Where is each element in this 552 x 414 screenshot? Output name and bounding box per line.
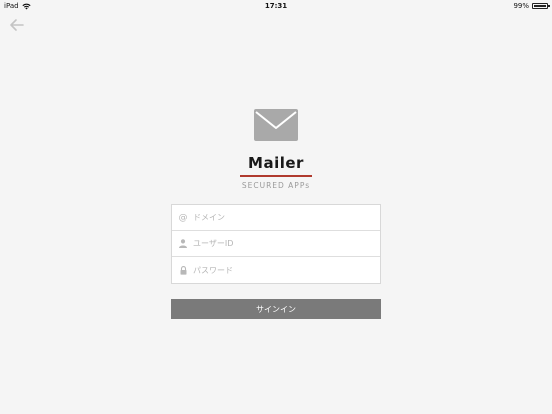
app-subtitle: SECURED APPs <box>241 181 311 190</box>
lock-icon <box>178 265 188 275</box>
title-underline <box>240 175 312 177</box>
status-bar: iPad 17:31 99% <box>0 0 552 12</box>
battery-fill <box>534 5 546 7</box>
status-right: 99% <box>513 2 550 10</box>
domain-field[interactable]: @ <box>172 205 380 231</box>
domain-input[interactable] <box>193 213 373 222</box>
at-icon: @ <box>178 212 188 223</box>
back-button[interactable] <box>8 16 26 34</box>
login-form: @ <box>171 204 381 284</box>
login-screen: iPad 17:31 99% Mailer SECURED APPs @ ドメイ… <box>0 0 552 414</box>
battery-percent: 99% <box>513 2 529 10</box>
user-icon <box>178 239 188 248</box>
password-input[interactable] <box>193 265 373 275</box>
password-field[interactable] <box>172 257 380 283</box>
battery-tip <box>548 5 550 7</box>
user-id-field[interactable] <box>172 231 380 257</box>
status-time: 17:31 <box>264 2 288 10</box>
envelope-icon <box>254 109 298 141</box>
arrow-left-icon <box>10 19 24 31</box>
battery-icon <box>532 3 550 9</box>
app-title: Mailer <box>248 154 304 172</box>
user-id-input[interactable] <box>193 239 373 248</box>
signin-button[interactable]: サインイン <box>171 299 381 319</box>
